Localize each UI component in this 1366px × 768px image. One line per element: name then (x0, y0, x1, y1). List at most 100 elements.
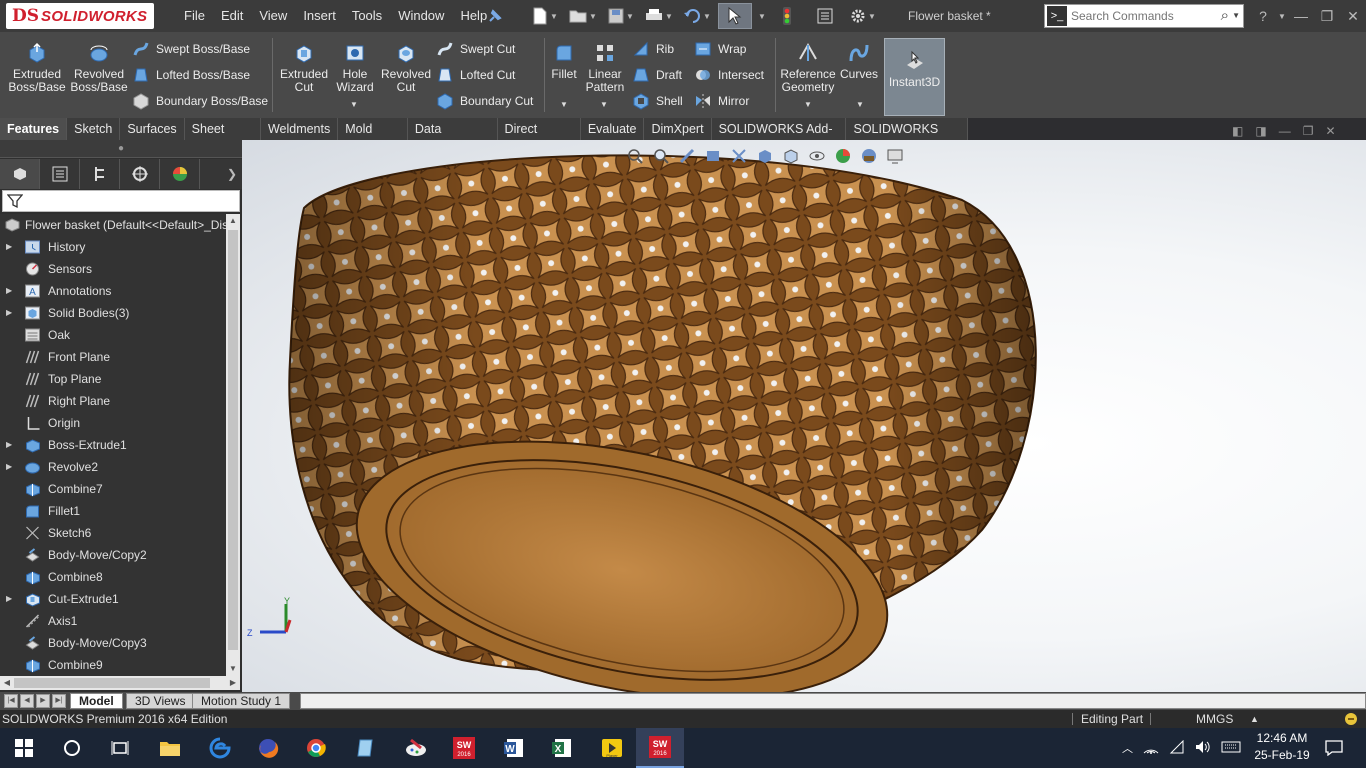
select-dropdown[interactable]: ▼ (756, 3, 766, 29)
options-button[interactable]: ▼ (846, 3, 880, 29)
save-button[interactable]: ▼ (604, 3, 638, 29)
select-button[interactable] (718, 3, 752, 29)
tree-item-front-plane[interactable]: Front Plane (0, 346, 226, 368)
network-icon[interactable] (1143, 740, 1159, 757)
tree-item-axis1[interactable]: Axis1 (0, 610, 226, 632)
tree-item-body-move-copy3[interactable]: Body-Move/Copy3 (0, 632, 226, 654)
first-tab-icon[interactable]: |◀ (4, 694, 18, 708)
reference-geometry-dropdown-icon[interactable]: ▼ (804, 100, 812, 109)
tree-item-fillet1[interactable]: Fillet1 (0, 500, 226, 522)
expand-arrow-icon[interactable]: ▶ (6, 434, 12, 456)
tree-horizontal-scrollbar[interactable]: ◀ ▶ (0, 676, 240, 690)
tab-weldments[interactable]: Weldments (261, 118, 339, 140)
swept-boss-button[interactable]: Swept Boss/Base (132, 38, 250, 60)
tile-left-icon[interactable]: ◧ (1232, 124, 1243, 138)
tree-item-combine7[interactable]: Combine7 (0, 478, 226, 500)
fillet-button[interactable]: Fillet (548, 42, 580, 81)
dimxpert-manager-tab[interactable] (120, 159, 160, 189)
notepad-button[interactable] (342, 728, 390, 768)
property-manager-tab[interactable] (40, 159, 80, 189)
edge-button[interactable] (196, 728, 244, 768)
tree-item-solid-bodies-3[interactable]: ▶ Solid Bodies(3) (0, 302, 226, 324)
menu-insert[interactable]: Insert (295, 0, 344, 32)
tab-sheet-metal[interactable]: Sheet Metal (185, 118, 261, 158)
prev-tab-icon[interactable]: ◀ (20, 694, 34, 708)
expand-arrow-icon[interactable]: ▶ (6, 456, 12, 478)
paint-button[interactable] (392, 728, 440, 768)
restore-icon[interactable]: ❐ (1314, 8, 1340, 25)
file-properties-button[interactable] (808, 3, 842, 29)
close-icon[interactable]: ✕ (1340, 8, 1366, 25)
rib-button[interactable]: Rib (632, 38, 674, 60)
extruded-cut-button[interactable]: Extruded Cut (276, 42, 332, 94)
undo-button[interactable]: ▼ (680, 3, 714, 29)
tab-3d-views[interactable]: 3D Views (126, 693, 195, 709)
taskbar-clock[interactable]: 12:46 AM 25-Feb-19 (1248, 730, 1316, 764)
tree-filter[interactable] (2, 190, 240, 212)
tab-model[interactable]: Model (70, 693, 123, 709)
linear-pattern-dropdown-icon[interactable]: ▼ (600, 100, 608, 109)
wrap-button[interactable]: Wrap (694, 38, 746, 60)
mirror-button[interactable]: Mirror (694, 90, 749, 112)
scroll-right-icon[interactable]: ▶ (226, 676, 240, 690)
boundary-cut-button[interactable]: Boundary Cut (436, 90, 533, 112)
lofted-cut-button[interactable]: Lofted Cut (436, 64, 515, 86)
menu-edit[interactable]: Edit (213, 0, 251, 32)
fillet-dropdown-icon[interactable]: ▼ (560, 100, 568, 109)
status-units[interactable]: MMGS (1196, 710, 1233, 728)
menu-tools[interactable]: Tools (344, 0, 390, 32)
chevron-right-icon[interactable]: ❯ (222, 159, 242, 189)
solidworks-2016-button[interactable]: SW 2016 (440, 728, 488, 768)
tree-item-sketch6[interactable]: Sketch6 (0, 522, 226, 544)
tree-item-revolve2[interactable]: ▶ Revolve2 (0, 456, 226, 478)
view-orientation-icon[interactable] (756, 147, 774, 165)
draft-button[interactable]: Draft (632, 64, 682, 86)
keyboard-icon[interactable] (1221, 741, 1241, 756)
expand-arrow-icon[interactable]: ▶ (6, 302, 12, 324)
units-up-icon[interactable]: ▲ (1250, 710, 1259, 728)
revolved-cut-button[interactable]: Revolved Cut (380, 42, 432, 94)
tree-item-body-move-copy2[interactable]: Body-Move/Copy2 (0, 544, 226, 566)
search-icon[interactable]: ⌕ (1221, 7, 1229, 24)
linear-pattern-button[interactable]: Linear Pattern (582, 42, 628, 94)
apply-scene-icon[interactable] (860, 147, 878, 165)
tab-direct-editing[interactable]: Direct Editing (498, 118, 581, 158)
tree-item-right-plane[interactable]: Right Plane (0, 390, 226, 412)
flower-basket-model[interactable] (242, 140, 1366, 692)
viewport-close-icon[interactable]: ✕ (1325, 124, 1335, 138)
tab-evaluate[interactable]: Evaluate (581, 118, 645, 140)
tree-item-sensors[interactable]: Sensors (0, 258, 226, 280)
tree-item-oak[interactable]: Oak (0, 324, 226, 346)
curves-button[interactable]: Curves (840, 42, 878, 81)
tree-item-cut-extrude1[interactable]: ▶ Cut-Extrude1 (0, 588, 226, 610)
file-explorer-button[interactable] (146, 728, 194, 768)
tree-item-origin[interactable]: Origin (0, 412, 226, 434)
search-input[interactable] (1071, 6, 1211, 26)
print-button[interactable]: ▼ (642, 3, 676, 29)
graphics-area[interactable]: Y Z (242, 140, 1366, 692)
expand-arrow-icon[interactable]: ▶ (6, 280, 12, 302)
expand-arrow-icon[interactable]: ▶ (6, 588, 12, 610)
expand-arrow-icon[interactable]: ▶ (6, 236, 12, 258)
start-button[interactable] (0, 728, 48, 768)
menu-file[interactable]: File (176, 0, 213, 32)
excel-button[interactable]: X (538, 728, 586, 768)
minimize-icon[interactable]: — (1288, 8, 1314, 24)
tree-item-history[interactable]: ▶ History (0, 236, 226, 258)
tree-vertical-scrollbar[interactable]: ▲ ▼ (226, 214, 240, 676)
tab-mold-tools[interactable]: Mold Tools (338, 118, 408, 158)
dynamic-annotation-icon[interactable] (730, 147, 748, 165)
menu-view[interactable]: View (251, 0, 295, 32)
scroll-thumb[interactable] (228, 230, 238, 650)
pin-menu-icon[interactable] (486, 7, 504, 25)
action-center-button[interactable] (1314, 728, 1354, 768)
task-view-button[interactable] (96, 728, 144, 768)
swept-cut-button[interactable]: Swept Cut (436, 38, 515, 60)
hole-wizard-dropdown-icon[interactable]: ▼ (350, 100, 358, 109)
tab-dimxpert[interactable]: DimXpert (644, 118, 712, 140)
zoom-to-area-icon[interactable] (652, 147, 670, 165)
reference-geometry-button[interactable]: Reference Geometry (778, 42, 838, 94)
tab-addins[interactable]: SOLIDWORKS Add-Ins (712, 118, 847, 158)
solidworks-2016-active-button[interactable]: SW 2016 (636, 728, 684, 768)
new-document-button[interactable]: ▼ (528, 3, 562, 29)
